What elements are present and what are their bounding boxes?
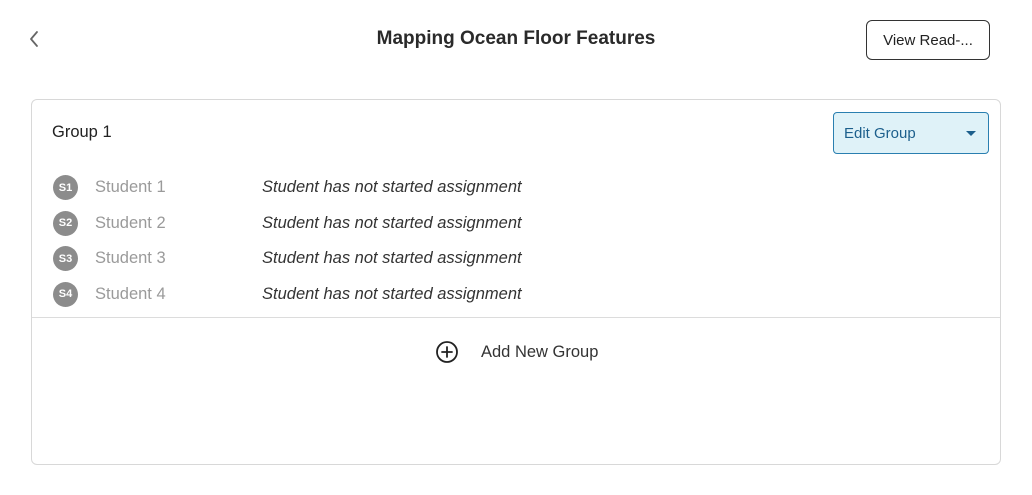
student-name: Student 1 [95,178,166,197]
student-name: Student 2 [95,213,166,232]
student-row: S3 Student 3 Student has not started ass… [53,241,853,277]
groups-card: Group 1 Edit Group S1 Student 1 Student … [31,99,1001,465]
chevron-left-icon [30,31,38,47]
caret-down-icon [966,130,976,136]
edit-group-dropdown[interactable]: Edit Group [833,112,989,154]
student-row: S2 Student 2 Student has not started ass… [53,206,853,242]
student-status: Student has not started assignment [262,284,522,303]
student-list: S1 Student 1 Student has not started ass… [53,170,853,312]
student-name: Student 3 [95,249,166,268]
avatar: S4 [53,281,78,307]
plus-circle-icon [435,340,459,364]
student-row: S1 Student 1 Student has not started ass… [53,170,853,206]
avatar: S1 [53,175,78,201]
add-new-group-label: Add New Group [481,342,599,361]
student-row: S4 Student 4 Student has not started ass… [53,277,853,313]
view-read-button[interactable]: View Read-... [866,20,990,60]
student-status: Student has not started assignment [262,249,522,268]
back-button[interactable] [22,27,46,51]
group-title: Group 1 [52,123,112,141]
avatar: S2 [53,210,78,236]
student-name: Student 4 [95,284,166,303]
page: Mapping Ocean Floor Features View Read-.… [0,0,1032,495]
add-new-group-button[interactable]: Add New Group [435,340,598,364]
edit-group-label: Edit Group [844,124,916,142]
group-panel: Group 1 Edit Group S1 Student 1 Student … [32,100,1000,318]
student-status: Student has not started assignment [262,213,522,232]
avatar: S3 [53,246,78,272]
student-status: Student has not started assignment [262,178,522,197]
